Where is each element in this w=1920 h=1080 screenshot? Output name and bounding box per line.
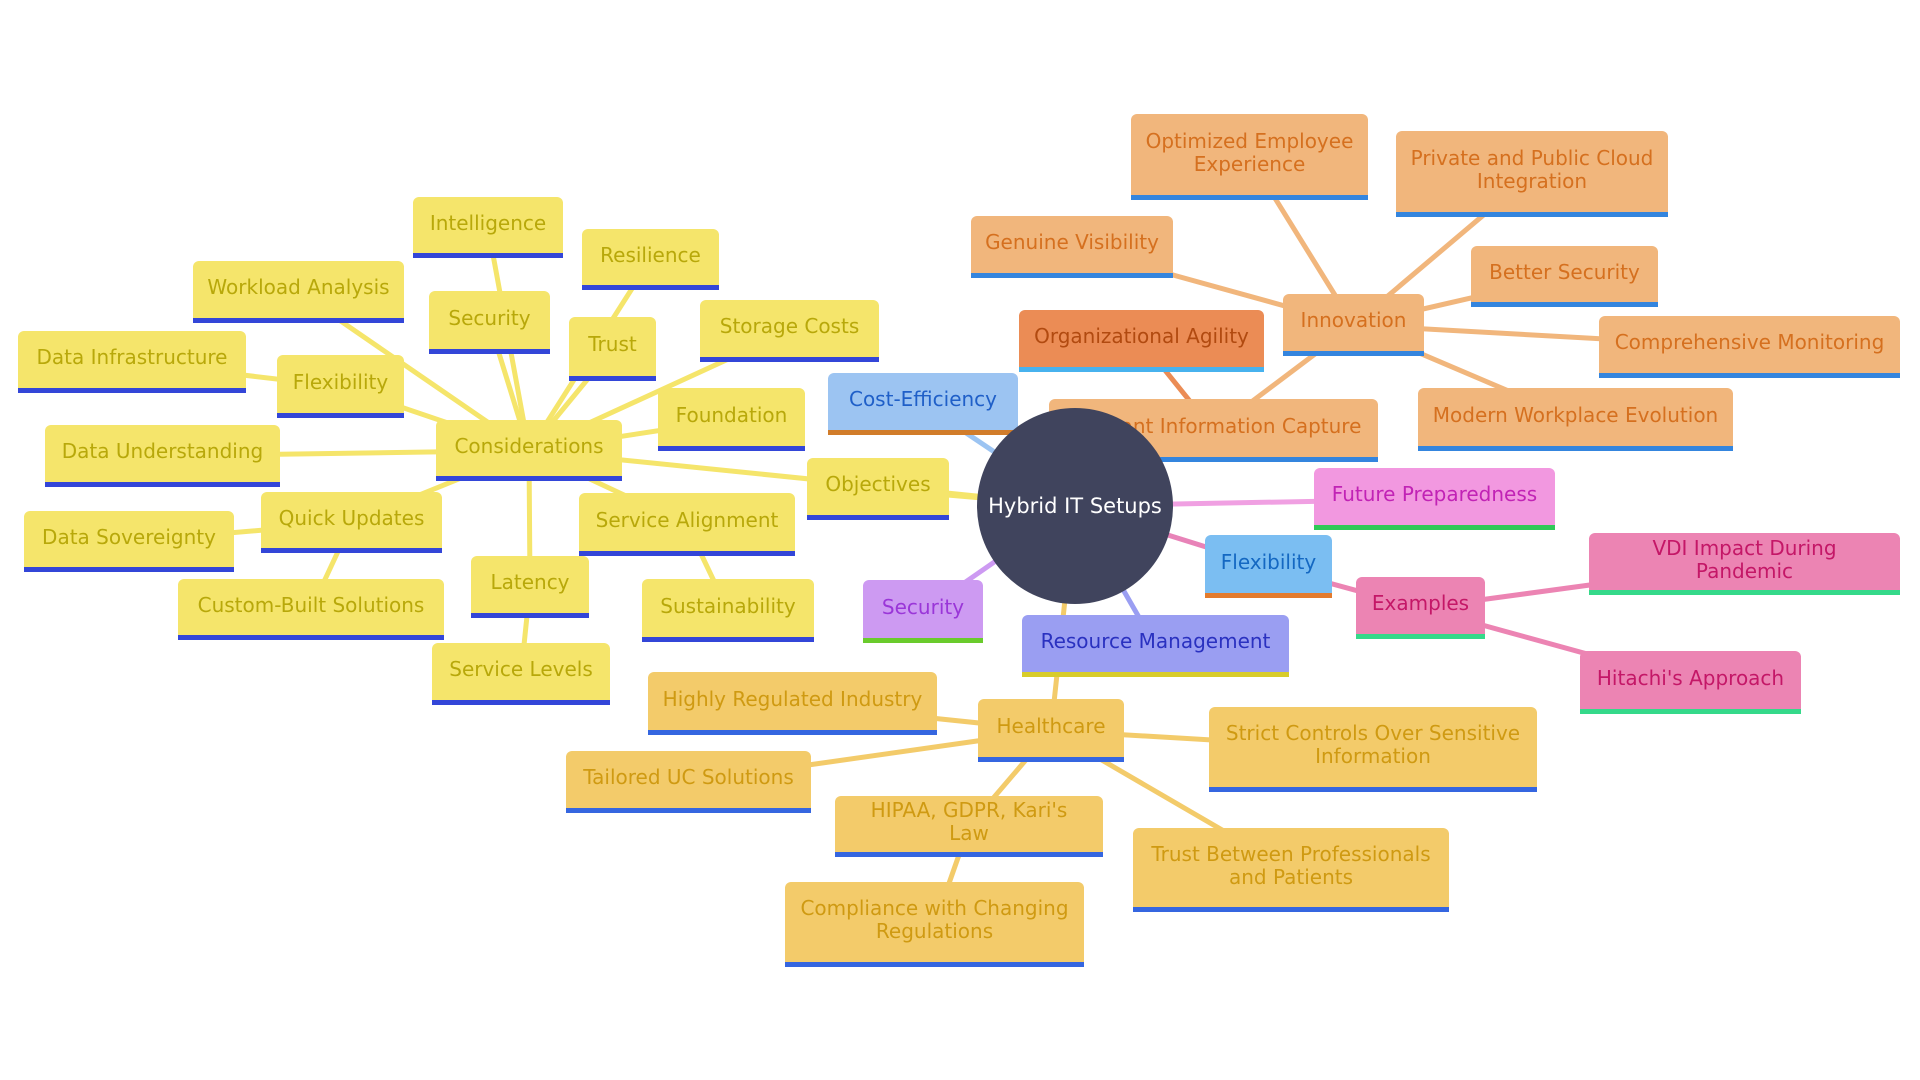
node-future-preparedness[interactable]: Future Preparedness (1314, 468, 1555, 530)
node-trust-between[interactable]: Trust Between Professionals and Patients (1133, 828, 1449, 912)
node-label: Workload Analysis (207, 275, 390, 299)
node-organizational-agility[interactable]: Organizational Agility (1019, 310, 1264, 372)
node-highly-regulated-industry[interactable]: Highly Regulated Industry (648, 672, 937, 735)
node-hipaa-gdpr-karis-law[interactable]: HIPAA, GDPR, Kari's Law (835, 796, 1103, 857)
node-label: HIPAA, GDPR, Kari's Law (870, 798, 1068, 845)
node-label: Strict Controls Over Sensitive Informati… (1225, 721, 1521, 768)
node-label: Sustainability (660, 593, 796, 618)
node-compliance-changing-regulations[interactable]: Compliance with Changing Regulations (785, 882, 1084, 967)
node-label: Security (881, 594, 965, 619)
node-label: Latency (490, 570, 570, 594)
node-resilience[interactable]: Resilience (582, 229, 719, 290)
node-cost-efficiency[interactable]: Cost-Efficiency (828, 373, 1018, 435)
node-label: Storage Costs (719, 314, 860, 338)
node-security-y[interactable]: Security (429, 291, 550, 354)
node-label: Foundation (675, 402, 788, 427)
node-label: Better Security (1489, 259, 1640, 284)
node-strict-controls[interactable]: Strict Controls Over Sensitive Informati… (1209, 707, 1537, 792)
node-label: Modern Workplace Evolution (1432, 402, 1719, 427)
node-label: Data Understanding (61, 439, 264, 463)
node-storage-costs[interactable]: Storage Costs (700, 300, 879, 362)
node-label: Highly Regulated Industry (662, 686, 923, 711)
node-hitachis-approach[interactable]: Hitachi's Approach (1580, 651, 1801, 714)
node-flexibility-b[interactable]: Flexibility (1205, 535, 1332, 598)
node-label: Examples (1371, 591, 1470, 615)
node-label: Intelligence (429, 210, 547, 235)
node-label: Private and Public Cloud Integration (1410, 145, 1654, 193)
node-label: Resilience (600, 242, 701, 267)
node-label: Genuine Visibility (985, 230, 1159, 254)
node-examples[interactable]: Examples (1356, 577, 1485, 639)
node-label: Service Levels (449, 657, 593, 681)
node-label: Tailored UC Solutions (583, 765, 794, 789)
node-custom-built-solutions[interactable]: Custom-Built Solutions (178, 579, 444, 640)
mindmap-canvas: Considerations Intelligence Resilience Work… (0, 0, 1920, 1080)
node-label: Trust (588, 332, 637, 356)
node-foundation[interactable]: Foundation (658, 388, 805, 451)
node-intelligence[interactable]: Intelligence (413, 197, 563, 258)
node-label: Objectives (825, 472, 931, 496)
node-label: Trust Between Professionals and Patients (1151, 841, 1431, 889)
node-objectives[interactable]: Objectives (807, 458, 949, 520)
node-resource-management[interactable]: Resource Management (1022, 615, 1289, 677)
node-label: Future Preparedness (1331, 482, 1538, 506)
node-service-levels[interactable]: Service Levels (432, 643, 610, 705)
root-node[interactable]: Hybrid IT Setups (977, 408, 1173, 604)
node-vdi-impact[interactable]: VDI Impact During Pandemic (1589, 533, 1900, 595)
node-label: Considerations (454, 433, 604, 458)
node-label: Flexibility (292, 369, 389, 394)
node-label: Data Sovereignty (42, 524, 216, 549)
node-considerations[interactable]: Considerations (436, 420, 622, 481)
node-label: Healthcare (996, 713, 1106, 738)
node-data-sovereignty[interactable]: Data Sovereignty (24, 511, 234, 572)
root-label: Hybrid IT Setups (988, 494, 1162, 518)
node-comprehensive-monitoring[interactable]: Comprehensive Monitoring (1599, 316, 1900, 378)
node-label: Service Alignment (595, 507, 779, 532)
node-label: VDI Impact During Pandemic (1652, 535, 1837, 583)
node-label: Compliance with Changing Regulations (800, 896, 1069, 943)
node-security-p[interactable]: Security (863, 580, 983, 643)
node-label: Cost-Efficiency (848, 387, 998, 411)
node-label: Organizational Agility (1034, 324, 1249, 348)
node-tailored-uc-solutions[interactable]: Tailored UC Solutions (566, 751, 811, 813)
node-optimized-employee-experience[interactable]: Optimized Employee Experience (1131, 114, 1368, 200)
node-data-understanding[interactable]: Data Understanding (45, 425, 280, 487)
node-latency[interactable]: Latency (471, 556, 589, 618)
node-innovation[interactable]: Innovation (1283, 294, 1424, 356)
node-better-security[interactable]: Better Security (1471, 246, 1658, 307)
node-label: Comprehensive Monitoring (1614, 330, 1885, 354)
node-label: Optimized Employee Experience (1145, 128, 1354, 176)
node-sustainability[interactable]: Sustainability (642, 579, 814, 642)
node-label: Data Infrastructure (36, 345, 228, 369)
node-trust[interactable]: Trust (569, 317, 656, 381)
node-healthcare[interactable]: Healthcare (978, 699, 1124, 762)
node-label: Quick Updates (278, 505, 425, 530)
node-label: Innovation (1300, 308, 1407, 332)
node-modern-workplace-evolution[interactable]: Modern Workplace Evolution (1418, 388, 1733, 451)
node-label: Security (448, 305, 531, 330)
node-flexibility-y[interactable]: Flexibility (277, 355, 404, 418)
node-data-infrastructure[interactable]: Data Infrastructure (18, 331, 246, 393)
node-genuine-visibility[interactable]: Genuine Visibility (971, 216, 1173, 278)
node-quick-updates[interactable]: Quick Updates (261, 492, 442, 553)
node-label: Hitachi's Approach (1596, 665, 1785, 690)
node-label: Resource Management (1040, 629, 1271, 653)
node-service-alignment[interactable]: Service Alignment (579, 493, 795, 556)
node-label: Flexibility (1220, 549, 1317, 574)
node-private-public-cloud[interactable]: Private and Public Cloud Integration (1396, 131, 1668, 217)
node-workload-analysis[interactable]: Workload Analysis (193, 261, 404, 323)
node-label: Custom-Built Solutions (197, 592, 425, 617)
